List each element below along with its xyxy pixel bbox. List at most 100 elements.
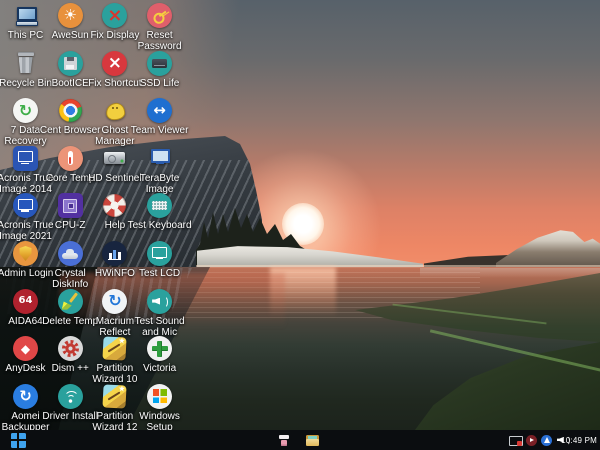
desktop-icon-crystal-diskinfo[interactable]: Crystal DiskInfo bbox=[48, 241, 93, 290]
desktop-icon-aomei-backupper[interactable]: ↻Aomei Backupper bbox=[3, 384, 48, 433]
folder-icon bbox=[306, 435, 319, 446]
victoria-icon bbox=[147, 336, 172, 361]
acronis-tray-icon[interactable] bbox=[541, 435, 552, 446]
reset-password-icon bbox=[147, 3, 172, 28]
broom-icon bbox=[62, 293, 79, 310]
ssd-life-icon bbox=[147, 51, 172, 76]
ssd-icon bbox=[152, 59, 167, 68]
desktop-icon-partition-wizard-10[interactable]: Partition Wizard 10 bbox=[92, 336, 137, 385]
team-viewer-label: Team Viewer bbox=[120, 125, 200, 136]
taskbar-pinned-area bbox=[274, 430, 334, 450]
terabyte-image-icon bbox=[147, 146, 172, 171]
admin-login-icon bbox=[13, 241, 38, 266]
hwinfo-icon bbox=[102, 241, 127, 266]
desktop-icon-ssd-life[interactable]: SSD Life bbox=[137, 51, 182, 89]
kbd-icon bbox=[152, 201, 167, 210]
recycle-bin-icon bbox=[13, 51, 38, 76]
partition-wizard-10-icon bbox=[102, 336, 127, 361]
hdd-icon bbox=[103, 148, 126, 168]
desktop: This PC☀AweSun×Fix DisplayReset Password… bbox=[0, 0, 600, 450]
start-button[interactable] bbox=[6, 430, 30, 450]
7-data-recovery-icon: ↻ bbox=[13, 98, 38, 123]
anydesk-glyph: ◆ bbox=[21, 343, 30, 355]
floppy-icon bbox=[64, 57, 77, 70]
taskbar: 10:49 PM bbox=[0, 430, 600, 450]
fix-shortcut-icon: × bbox=[102, 51, 127, 76]
cpu-icon bbox=[63, 199, 77, 213]
macrium-reflect-glyph: ↻ bbox=[108, 293, 121, 309]
desktop-icon-acronis-true-image-2021[interactable]: Acronis True Image 2021 bbox=[3, 193, 48, 242]
aida64-glyph: 64 bbox=[19, 296, 33, 306]
desktop-icon-reset-password[interactable]: Reset Password bbox=[137, 3, 182, 52]
acronis-true-image-2021-icon bbox=[13, 193, 38, 218]
aomei-backupper-icon: ↻ bbox=[13, 384, 38, 409]
desktop-icon-test-keyboard[interactable]: Test Keyboard bbox=[137, 193, 182, 231]
driver-install-icon bbox=[58, 384, 83, 409]
display-status-icon[interactable] bbox=[509, 436, 521, 446]
ssd-life-label: SSD Life bbox=[120, 78, 200, 89]
speaker-icon bbox=[152, 295, 167, 307]
chrome-icon bbox=[59, 99, 82, 122]
partition-wizard-12-icon bbox=[102, 384, 127, 409]
reset-password-label: Reset Password bbox=[120, 30, 200, 52]
wizard-icon bbox=[103, 337, 127, 361]
desktop-icon-grid: This PC☀AweSun×Fix DisplayReset Password… bbox=[0, 0, 600, 450]
plus-icon bbox=[152, 341, 168, 357]
desktop-icon-ghost-manager[interactable]: Ghost Manager bbox=[92, 98, 137, 147]
7-data-recovery-glyph: ↻ bbox=[19, 103, 32, 119]
thermo-icon bbox=[68, 151, 73, 165]
clock[interactable]: 10:49 PM bbox=[561, 430, 597, 450]
test-sound-and-mic-label: Test Sound and Mic bbox=[120, 316, 200, 338]
monw-icon bbox=[17, 151, 34, 165]
test-lcd-icon bbox=[147, 241, 172, 266]
this-pc-icon bbox=[13, 3, 38, 28]
desktop-icon-victoria[interactable]: Victoria bbox=[137, 336, 182, 374]
wifi-icon bbox=[62, 389, 79, 403]
pinned-app-button[interactable] bbox=[274, 430, 294, 450]
aomei-backupper-glyph: ↻ bbox=[19, 389, 32, 404]
windows-setup-icon bbox=[147, 384, 172, 409]
desktop-icon-windows-setup[interactable]: Windows Setup bbox=[137, 384, 182, 433]
desktop-icon-team-viewer[interactable]: ↔Team Viewer bbox=[137, 98, 182, 136]
bootice-icon bbox=[58, 51, 83, 76]
awesun-glyph: ☀ bbox=[63, 8, 76, 23]
system-tray: 10:49 PM bbox=[477, 430, 597, 450]
hd-sentinel-icon bbox=[102, 146, 127, 171]
ghost-icon bbox=[104, 101, 126, 121]
lifesaver-icon bbox=[103, 194, 126, 217]
wizard-icon bbox=[103, 384, 127, 408]
macrium-reflect-icon: ↻ bbox=[102, 289, 127, 314]
test-sound-and-mic-icon bbox=[147, 289, 172, 314]
cpu-z-icon bbox=[58, 193, 83, 218]
windows-logo-icon bbox=[11, 433, 26, 448]
bars-icon bbox=[108, 247, 122, 260]
pinned-app-icon bbox=[278, 434, 290, 446]
play-circle-icon[interactable] bbox=[526, 435, 537, 446]
lcd-icon bbox=[151, 247, 168, 260]
victoria-label: Victoria bbox=[120, 363, 200, 374]
anydesk-icon: ◆ bbox=[13, 336, 38, 361]
test-keyboard-icon bbox=[147, 193, 172, 218]
win-icon bbox=[153, 389, 167, 403]
help-icon bbox=[102, 193, 127, 218]
monb-icon bbox=[148, 148, 172, 168]
fix-display-glyph: × bbox=[107, 7, 122, 25]
dism-plus-plus-icon bbox=[58, 336, 83, 361]
key-icon bbox=[149, 5, 170, 26]
fix-shortcut-glyph: × bbox=[108, 55, 122, 72]
shield-icon bbox=[19, 246, 32, 261]
fix-display-icon: × bbox=[102, 3, 127, 28]
cent-browser-icon bbox=[58, 98, 83, 123]
test-keyboard-label: Test Keyboard bbox=[120, 220, 200, 231]
test-lcd-label: Test LCD bbox=[120, 268, 200, 279]
team-viewer-icon: ↔ bbox=[147, 98, 172, 123]
awesun-icon: ☀ bbox=[58, 3, 83, 28]
bin-icon bbox=[15, 52, 37, 74]
delete-temp-icon bbox=[58, 289, 83, 314]
desktop-icon-test-lcd[interactable]: Test LCD bbox=[137, 241, 182, 279]
file-explorer-button[interactable] bbox=[302, 430, 322, 450]
desktop-icon-7-data-recovery[interactable]: ↻7 Data Recovery bbox=[3, 98, 48, 147]
desktop-icon-terabyte-image[interactable]: TeraByte Image bbox=[137, 146, 182, 195]
desktop-icon-acronis-true-image-2014[interactable]: Acronis True Image 2014 bbox=[3, 146, 48, 195]
desktop-icon-test-sound-and-mic[interactable]: Test Sound and Mic bbox=[137, 289, 182, 338]
